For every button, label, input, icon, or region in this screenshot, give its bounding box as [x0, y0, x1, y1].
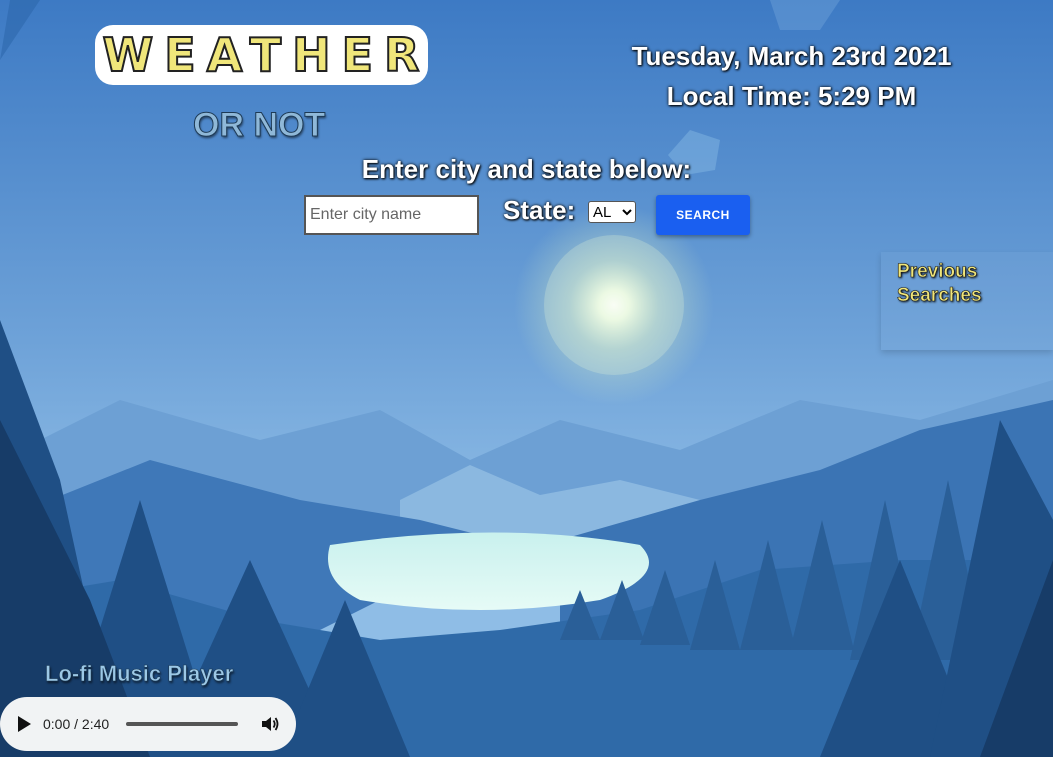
local-time: Local Time: 5:29 PM: [666, 81, 917, 111]
audio-progress-bar[interactable]: [126, 722, 238, 726]
city-input[interactable]: [304, 195, 479, 235]
music-player-title: Lo-fi Music Player: [45, 661, 234, 687]
date-time-display: Tuesday, March 23rd 2021 Local Time: 5:2…: [600, 36, 983, 116]
state-label: State:: [503, 195, 576, 225]
volume-icon[interactable]: [260, 714, 280, 734]
current-date: Tuesday, March 23rd 2021: [631, 41, 952, 71]
play-icon[interactable]: [16, 715, 32, 733]
audio-time-display: 0:00 / 2:40: [43, 716, 110, 732]
search-button[interactable]: SEARCH: [656, 195, 750, 235]
app-title-box: WEATHER: [95, 25, 428, 85]
app-subtitle: OR NOT: [192, 106, 326, 145]
search-prompt: Enter city and state below:: [361, 154, 692, 184]
state-select[interactable]: AL: [588, 201, 636, 223]
previous-searches-panel: Previous Searches: [881, 252, 1053, 350]
audio-player: 0:00 / 2:40: [0, 697, 296, 751]
previous-searches-title: Previous Searches: [897, 261, 982, 307]
app-title: WEATHER: [102, 27, 431, 83]
